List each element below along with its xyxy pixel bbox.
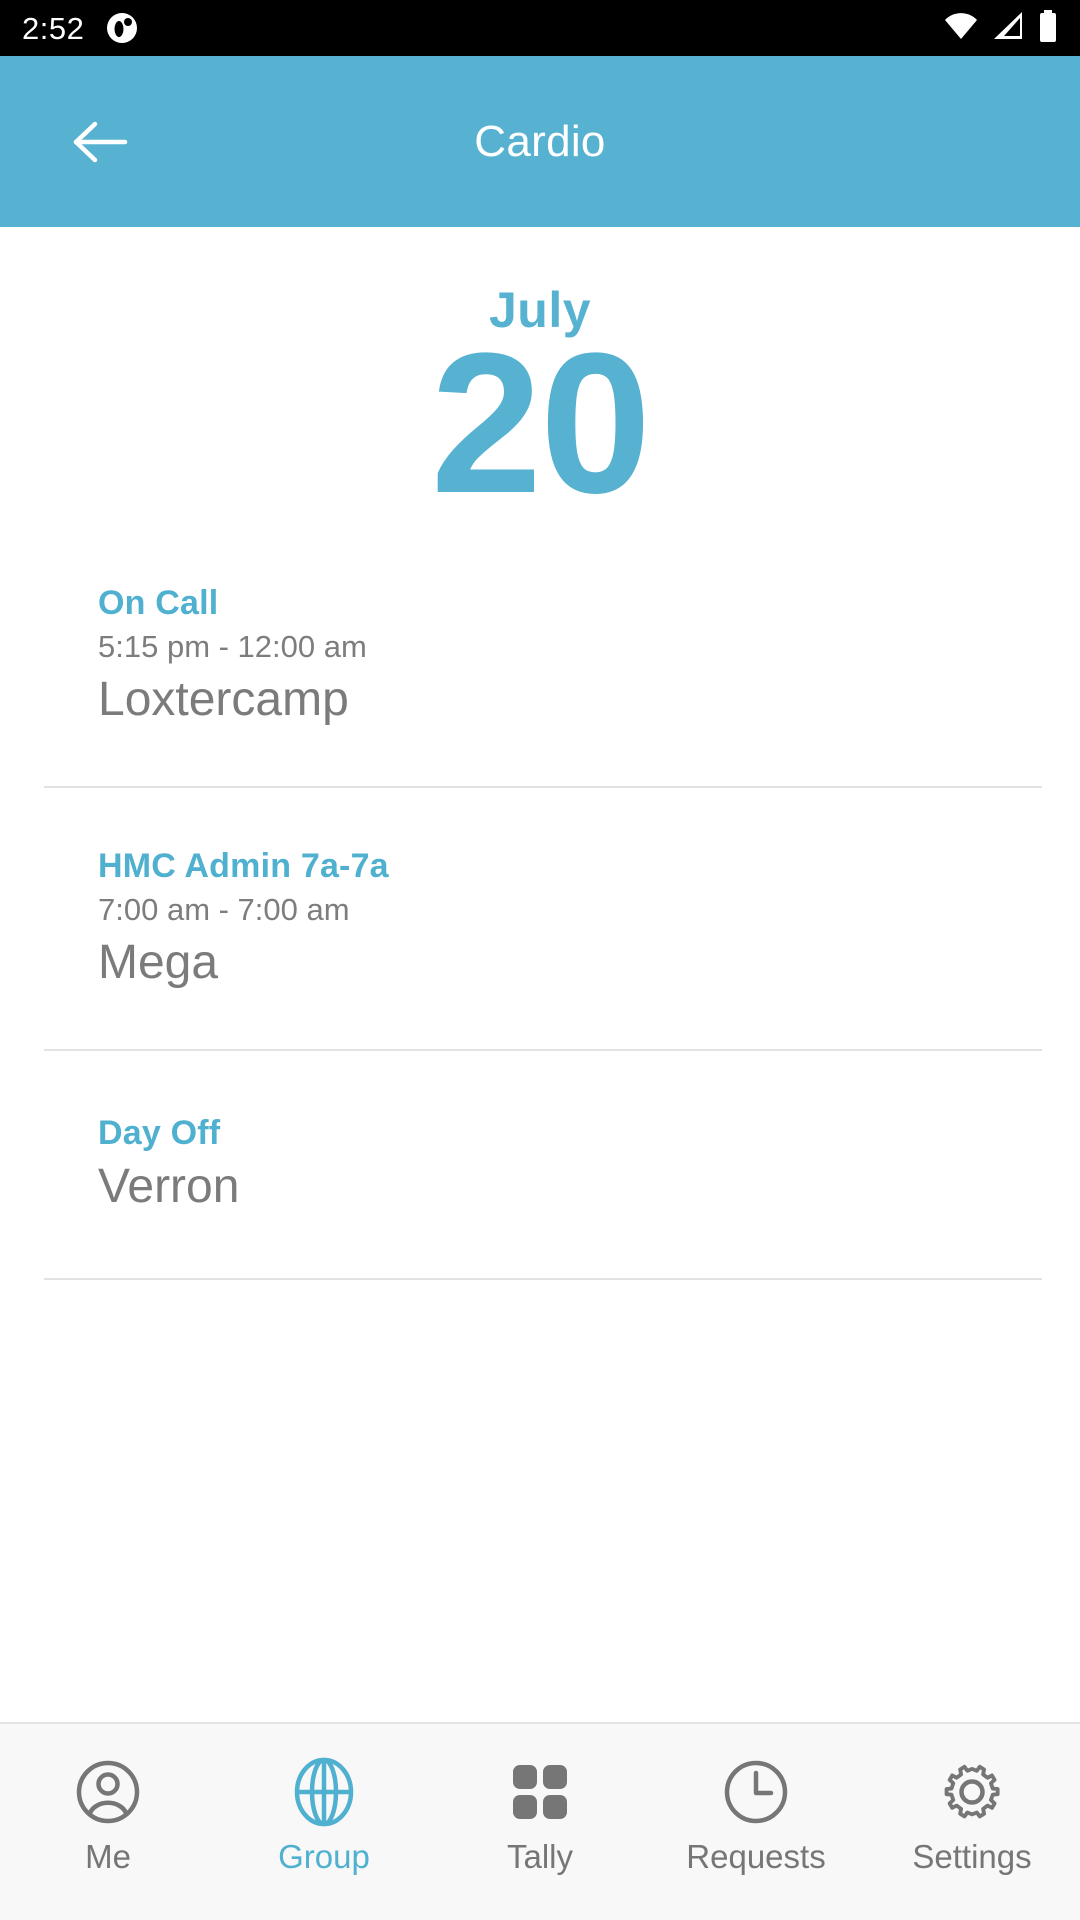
wifi-icon — [944, 11, 978, 46]
nav-item-me[interactable]: Me — [0, 1724, 216, 1873]
bottom-navigation-bar: Me Group Tally Requests Settings — [0, 1722, 1080, 1920]
entry-person-name: Loxtercamp — [98, 672, 349, 726]
date-header: July 20 — [0, 227, 1080, 535]
person-circle-icon — [75, 1754, 141, 1830]
clock-icon — [723, 1754, 789, 1830]
notification-dot-icon — [106, 12, 138, 44]
app-bar: Cardio — [0, 56, 1080, 227]
nav-item-group[interactable]: Group — [216, 1724, 432, 1873]
schedule-entry[interactable]: On Call 5:15 pm - 12:00 am Loxtercamp — [0, 583, 1080, 728]
nav-label: Group — [278, 1838, 370, 1875]
entry-spacer — [0, 728, 1080, 786]
entry-person-name: Mega — [98, 935, 219, 989]
entry-spacer — [0, 788, 1080, 846]
status-bar: 2:52 — [0, 0, 1080, 56]
nav-label: Tally — [506, 1838, 574, 1875]
entry-divider — [44, 1277, 1042, 1280]
entry-spacer — [0, 1051, 1080, 1113]
page-title: Cardio — [474, 116, 606, 166]
entry-title: On Call — [98, 584, 219, 622]
entry-spacer — [0, 1216, 1080, 1278]
schedule-entry[interactable]: Day Off Verron — [0, 1113, 1080, 1215]
nav-item-requests[interactable]: Requests — [648, 1724, 864, 1873]
nav-item-tally[interactable]: Tally — [432, 1724, 648, 1873]
nav-item-settings[interactable]: Settings — [864, 1724, 1080, 1873]
grid-squares-icon — [509, 1754, 571, 1830]
schedule-content: July 20 On Call 5:15 pm - 12:00 am Loxte… — [0, 227, 1080, 1722]
entry-time: 5:15 pm - 12:00 am — [98, 628, 367, 664]
gear-icon — [939, 1754, 1005, 1830]
entry-person-name: Verron — [98, 1160, 240, 1214]
battery-full-icon — [1038, 9, 1058, 47]
nav-label: Settings — [912, 1838, 1032, 1875]
entry-spacer — [0, 991, 1080, 1049]
cellular-signal-icon — [992, 11, 1024, 46]
date-day: 20 — [430, 312, 651, 535]
globe-icon — [291, 1754, 357, 1830]
entry-time: 7:00 am - 7:00 am — [98, 891, 350, 927]
entry-title: HMC Admin 7a-7a — [98, 847, 389, 886]
nav-label: Requests — [686, 1838, 826, 1875]
schedule-entry[interactable]: HMC Admin 7a-7a 7:00 am - 7:00 am Mega — [0, 846, 1080, 991]
status-bar-clock: 2:52 — [22, 10, 85, 46]
schedule-entry-list: On Call 5:15 pm - 12:00 am Loxtercamp HM… — [0, 583, 1080, 1280]
status-bar-icons — [944, 9, 1058, 47]
entry-title: Day Off — [98, 1114, 221, 1153]
phone-screen: 2:52 Cardio July 20 On Call 5:15 pm - 12… — [0, 0, 1080, 1920]
nav-label: Me — [85, 1838, 131, 1875]
